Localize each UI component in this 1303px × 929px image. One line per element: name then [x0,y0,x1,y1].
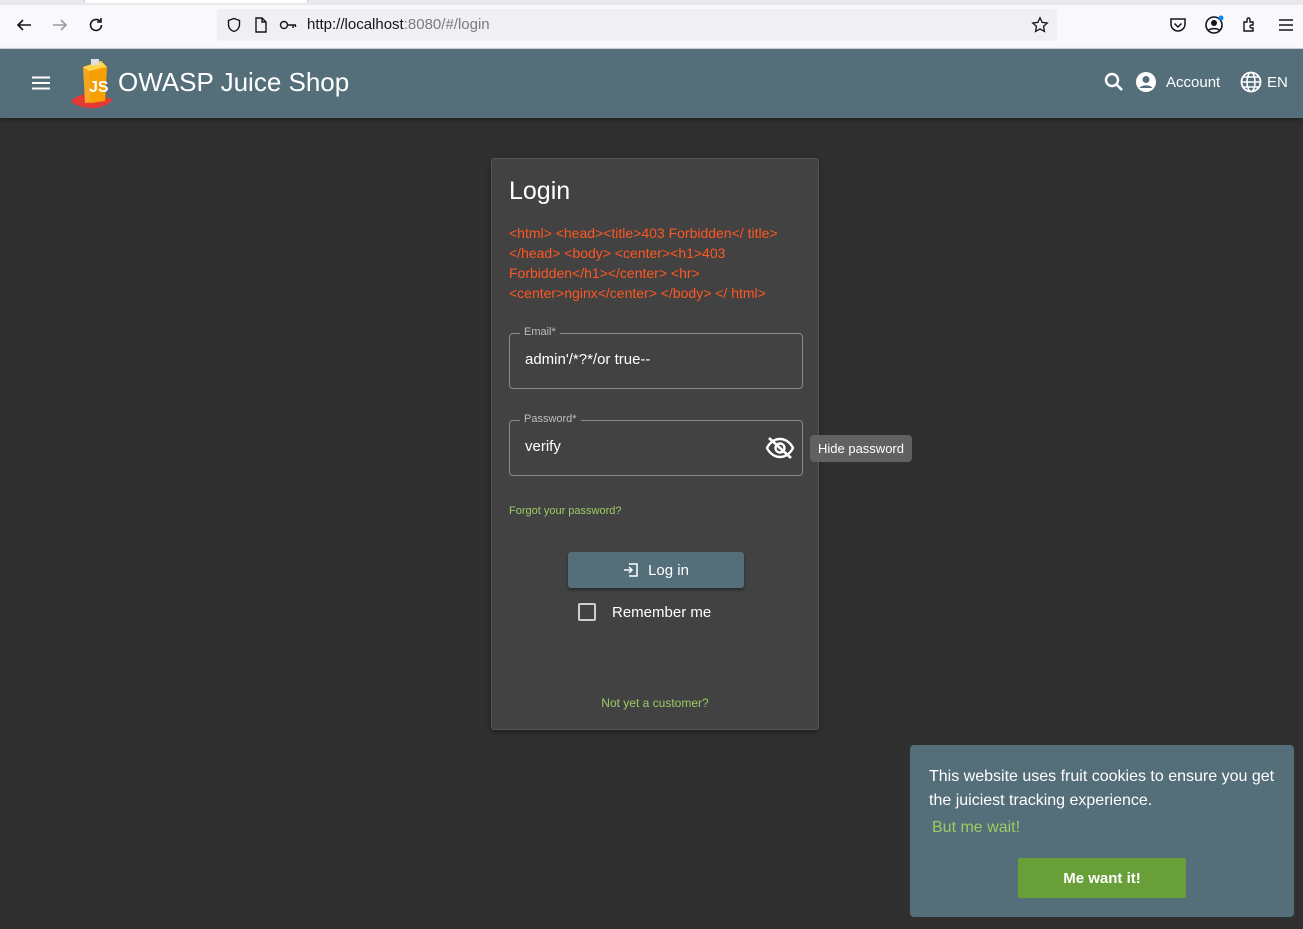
visibility-off-icon[interactable] [764,434,796,462]
star-icon[interactable] [1031,16,1049,34]
error-message: <html> <head><title>403 Forbidden</ titl… [509,225,778,301]
app-toolbar: JS OWASP Juice Shop Account EN [0,49,1303,118]
reload-icon[interactable] [85,14,107,36]
account-button[interactable]: Account [1135,69,1220,95]
menu-icon [32,76,50,90]
account-label: Account [1166,73,1221,91]
hamburger-menu-icon[interactable] [1275,14,1297,36]
hide-password-tooltip: Hide password [810,435,912,462]
account-circle-icon [1136,72,1156,92]
juice-shop-logo[interactable]: JS [69,55,119,111]
address-bar[interactable]: http://localhost:8080/#/login [217,9,1057,41]
tab-strip [0,0,1303,5]
browser-toolbar: http://localhost:8080/#/login [0,0,1303,49]
sidenav-menu-button[interactable] [27,69,55,97]
signup-link[interactable]: Not yet a customer? [492,696,818,710]
login-button[interactable]: Log in [568,552,744,588]
language-label: EN [1267,73,1288,91]
login-title: Login [509,177,571,205]
pocket-icon[interactable] [1167,14,1189,36]
key-icon[interactable] [279,16,297,34]
cookie-banner: This website uses fruit cookies to ensur… [910,745,1294,917]
cookie-more-link[interactable]: But me wait! [932,819,1020,837]
login-icon [624,563,638,577]
remember-me-label: Remember me [612,603,712,621]
email-label: Email* [520,326,560,338]
forgot-password-link[interactable]: Forgot your password? [509,505,622,517]
profile-icon[interactable] [1203,14,1225,36]
forward-arrow-icon[interactable] [49,14,71,36]
shield-icon[interactable] [225,16,243,34]
login-button-label: Log in [648,561,689,579]
svg-text:JS: JS [89,79,109,96]
password-field[interactable]: Password* verify [509,413,803,476]
url-path: :8080/#/login [403,16,490,33]
url-text[interactable]: http://localhost:8080/#/login [307,16,490,33]
back-arrow-icon[interactable] [13,14,35,36]
extensions-icon[interactable] [1239,14,1261,36]
checkbox-icon[interactable] [578,603,596,621]
cookie-accept-button[interactable]: Me want it! [1018,858,1186,898]
app-title[interactable]: OWASP Juice Shop [118,67,349,98]
login-card: Login <html> <head><title>403 Forbidden<… [491,158,819,730]
globe-icon [1240,71,1262,93]
remember-me-checkbox[interactable]: Remember me [578,603,711,621]
password-input[interactable]: verify [525,438,561,455]
active-tab[interactable] [84,0,308,3]
email-field[interactable]: Email* admin'/*?*/or true-- [509,326,803,389]
page-icon[interactable] [252,16,270,34]
language-button[interactable]: EN [1240,69,1288,95]
email-input[interactable]: admin'/*?*/or true-- [525,351,650,368]
cookie-message: This website uses fruit cookies to ensur… [929,768,1275,809]
search-icon[interactable] [1102,70,1126,94]
password-label: Password* [520,413,581,425]
url-host: http://localhost [307,16,404,33]
